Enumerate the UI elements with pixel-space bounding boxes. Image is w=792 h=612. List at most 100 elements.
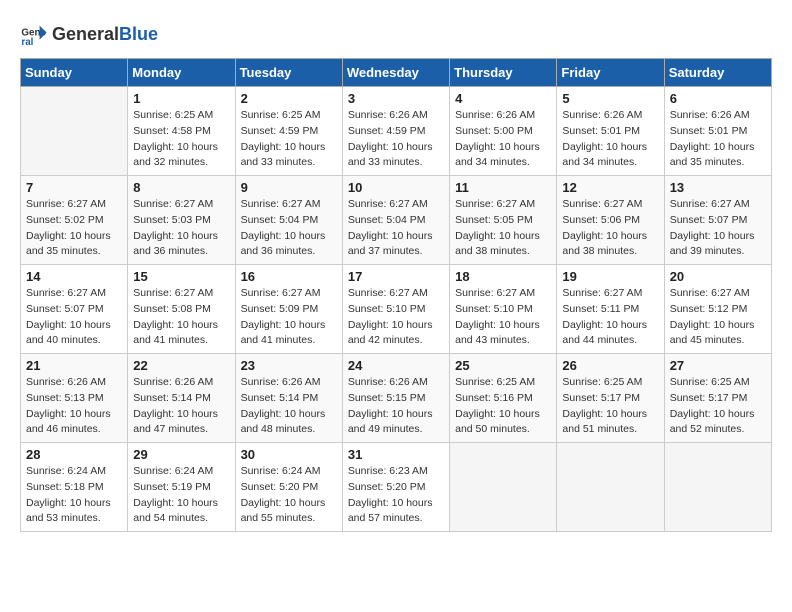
calendar-table: SundayMondayTuesdayWednesdayThursdayFrid… — [20, 58, 772, 532]
weekday-header-friday: Friday — [557, 59, 664, 87]
day-info: Sunrise: 6:27 AM Sunset: 5:12 PM Dayligh… — [670, 286, 766, 349]
day-info: Sunrise: 6:26 AM Sunset: 5:14 PM Dayligh… — [241, 375, 337, 438]
calendar-cell: 25 Sunrise: 6:25 AM Sunset: 5:16 PM Dayli… — [450, 354, 557, 443]
calendar-cell: 19 Sunrise: 6:27 AM Sunset: 5:11 PM Dayli… — [557, 265, 664, 354]
calendar-cell: 4 Sunrise: 6:26 AM Sunset: 5:00 PM Daylig… — [450, 87, 557, 176]
day-number: 7 — [26, 180, 122, 195]
day-number: 22 — [133, 358, 229, 373]
logo-blue: Blue — [119, 24, 158, 44]
calendar-cell: 24Sunrise: 6:26 AM Sunset: 5:15 PM Dayli… — [342, 354, 449, 443]
day-info: Sunrise: 6:27 AM Sunset: 5:07 PM Dayligh… — [670, 197, 766, 260]
logo-general: General — [52, 24, 119, 44]
day-number: 10 — [348, 180, 444, 195]
calendar-cell: 22 Sunrise: 6:26 AM Sunset: 5:14 PM Dayli… — [128, 354, 235, 443]
weekday-header-monday: Monday — [128, 59, 235, 87]
day-info: Sunrise: 6:27 AM Sunset: 5:10 PM Dayligh… — [348, 286, 444, 349]
day-info: Sunrise: 6:27 AM Sunset: 5:11 PM Dayligh… — [562, 286, 658, 349]
calendar-cell: 1 Sunrise: 6:25 AM Sunset: 4:58 PM Daylig… — [128, 87, 235, 176]
day-info: Sunrise: 6:27 AM Sunset: 5:03 PM Dayligh… — [133, 197, 229, 260]
calendar-cell: 28 Sunrise: 6:24 AM Sunset: 5:18 PM Dayli… — [21, 443, 128, 532]
calendar-week-4: 21 Sunrise: 6:26 AM Sunset: 5:13 PM Dayli… — [21, 354, 772, 443]
logo: Gene ral GeneralBlue — [20, 20, 158, 48]
day-info: Sunrise: 6:27 AM Sunset: 5:04 PM Dayligh… — [348, 197, 444, 260]
page-header: Gene ral GeneralBlue — [20, 20, 772, 48]
calendar-cell — [21, 87, 128, 176]
weekday-header-sunday: Sunday — [21, 59, 128, 87]
day-number: 19 — [562, 269, 658, 284]
day-number: 17 — [348, 269, 444, 284]
day-info: Sunrise: 6:26 AM Sunset: 5:14 PM Dayligh… — [133, 375, 229, 438]
day-number: 9 — [241, 180, 337, 195]
day-number: 31 — [348, 447, 444, 462]
calendar-cell: 12 Sunrise: 6:27 AM Sunset: 5:06 PM Dayli… — [557, 176, 664, 265]
day-info: Sunrise: 6:27 AM Sunset: 5:10 PM Dayligh… — [455, 286, 551, 349]
calendar-cell: 17 Sunrise: 6:27 AM Sunset: 5:10 PM Dayli… — [342, 265, 449, 354]
day-number: 11 — [455, 180, 551, 195]
calendar-cell — [557, 443, 664, 532]
calendar-cell: 26Sunrise: 6:25 AM Sunset: 5:17 PM Dayli… — [557, 354, 664, 443]
day-number: 28 — [26, 447, 122, 462]
day-number: 15 — [133, 269, 229, 284]
day-number: 2 — [241, 91, 337, 106]
calendar-cell: 20 Sunrise: 6:27 AM Sunset: 5:12 PM Dayli… — [664, 265, 771, 354]
weekday-header-saturday: Saturday — [664, 59, 771, 87]
calendar-cell — [450, 443, 557, 532]
day-info: Sunrise: 6:27 AM Sunset: 5:08 PM Dayligh… — [133, 286, 229, 349]
day-info: Sunrise: 6:25 AM Sunset: 5:17 PM Dayligh… — [562, 375, 658, 438]
day-number: 12 — [562, 180, 658, 195]
day-info: Sunrise: 6:27 AM Sunset: 5:07 PM Dayligh… — [26, 286, 122, 349]
day-info: Sunrise: 6:25 AM Sunset: 4:59 PM Dayligh… — [241, 108, 337, 171]
calendar-cell: 15 Sunrise: 6:27 AM Sunset: 5:08 PM Dayli… — [128, 265, 235, 354]
logo-icon: Gene ral — [20, 20, 48, 48]
day-info: Sunrise: 6:27 AM Sunset: 5:04 PM Dayligh… — [241, 197, 337, 260]
calendar-cell: 23Sunrise: 6:26 AM Sunset: 5:14 PM Dayli… — [235, 354, 342, 443]
day-info: Sunrise: 6:25 AM Sunset: 4:58 PM Dayligh… — [133, 108, 229, 171]
day-number: 4 — [455, 91, 551, 106]
calendar-cell: 18Sunrise: 6:27 AM Sunset: 5:10 PM Dayli… — [450, 265, 557, 354]
day-info: Sunrise: 6:26 AM Sunset: 5:15 PM Dayligh… — [348, 375, 444, 438]
day-number: 25 — [455, 358, 551, 373]
calendar-cell: 29 Sunrise: 6:24 AM Sunset: 5:19 PM Dayli… — [128, 443, 235, 532]
day-number: 1 — [133, 91, 229, 106]
day-info: Sunrise: 6:26 AM Sunset: 5:13 PM Dayligh… — [26, 375, 122, 438]
day-number: 6 — [670, 91, 766, 106]
weekday-header-wednesday: Wednesday — [342, 59, 449, 87]
calendar-cell: 7 Sunrise: 6:27 AM Sunset: 5:02 PM Daylig… — [21, 176, 128, 265]
calendar-cell: 3Sunrise: 6:26 AM Sunset: 4:59 PM Daylig… — [342, 87, 449, 176]
calendar-cell: 31Sunrise: 6:23 AM Sunset: 5:20 PM Dayli… — [342, 443, 449, 532]
calendar-cell: 9 Sunrise: 6:27 AM Sunset: 5:04 PM Daylig… — [235, 176, 342, 265]
day-info: Sunrise: 6:27 AM Sunset: 5:06 PM Dayligh… — [562, 197, 658, 260]
day-number: 8 — [133, 180, 229, 195]
weekday-header-thursday: Thursday — [450, 59, 557, 87]
day-number: 21 — [26, 358, 122, 373]
calendar-week-3: 14Sunrise: 6:27 AM Sunset: 5:07 PM Dayli… — [21, 265, 772, 354]
day-info: Sunrise: 6:26 AM Sunset: 5:01 PM Dayligh… — [562, 108, 658, 171]
day-number: 16 — [241, 269, 337, 284]
calendar-cell — [664, 443, 771, 532]
day-info: Sunrise: 6:24 AM Sunset: 5:19 PM Dayligh… — [133, 464, 229, 527]
calendar-week-5: 28 Sunrise: 6:24 AM Sunset: 5:18 PM Dayli… — [21, 443, 772, 532]
calendar-cell: 16Sunrise: 6:27 AM Sunset: 5:09 PM Dayli… — [235, 265, 342, 354]
day-info: Sunrise: 6:27 AM Sunset: 5:02 PM Dayligh… — [26, 197, 122, 260]
day-number: 3 — [348, 91, 444, 106]
calendar-cell: 14Sunrise: 6:27 AM Sunset: 5:07 PM Dayli… — [21, 265, 128, 354]
calendar-week-1: 1 Sunrise: 6:25 AM Sunset: 4:58 PM Daylig… — [21, 87, 772, 176]
weekday-header-tuesday: Tuesday — [235, 59, 342, 87]
day-info: Sunrise: 6:26 AM Sunset: 5:00 PM Dayligh… — [455, 108, 551, 171]
calendar-cell: 10 Sunrise: 6:27 AM Sunset: 5:04 PM Dayli… — [342, 176, 449, 265]
svg-text:ral: ral — [21, 37, 33, 48]
day-number: 13 — [670, 180, 766, 195]
day-number: 27 — [670, 358, 766, 373]
calendar-cell: 5Sunrise: 6:26 AM Sunset: 5:01 PM Daylig… — [557, 87, 664, 176]
calendar-cell: 6 Sunrise: 6:26 AM Sunset: 5:01 PM Daylig… — [664, 87, 771, 176]
day-number: 20 — [670, 269, 766, 284]
calendar-cell: 21 Sunrise: 6:26 AM Sunset: 5:13 PM Dayli… — [21, 354, 128, 443]
calendar-cell: 2 Sunrise: 6:25 AM Sunset: 4:59 PM Daylig… — [235, 87, 342, 176]
day-info: Sunrise: 6:25 AM Sunset: 5:16 PM Dayligh… — [455, 375, 551, 438]
calendar-cell: 8 Sunrise: 6:27 AM Sunset: 5:03 PM Daylig… — [128, 176, 235, 265]
day-info: Sunrise: 6:26 AM Sunset: 5:01 PM Dayligh… — [670, 108, 766, 171]
day-info: Sunrise: 6:24 AM Sunset: 5:18 PM Dayligh… — [26, 464, 122, 527]
day-info: Sunrise: 6:27 AM Sunset: 5:05 PM Dayligh… — [455, 197, 551, 260]
day-info: Sunrise: 6:24 AM Sunset: 5:20 PM Dayligh… — [241, 464, 337, 527]
day-number: 29 — [133, 447, 229, 462]
